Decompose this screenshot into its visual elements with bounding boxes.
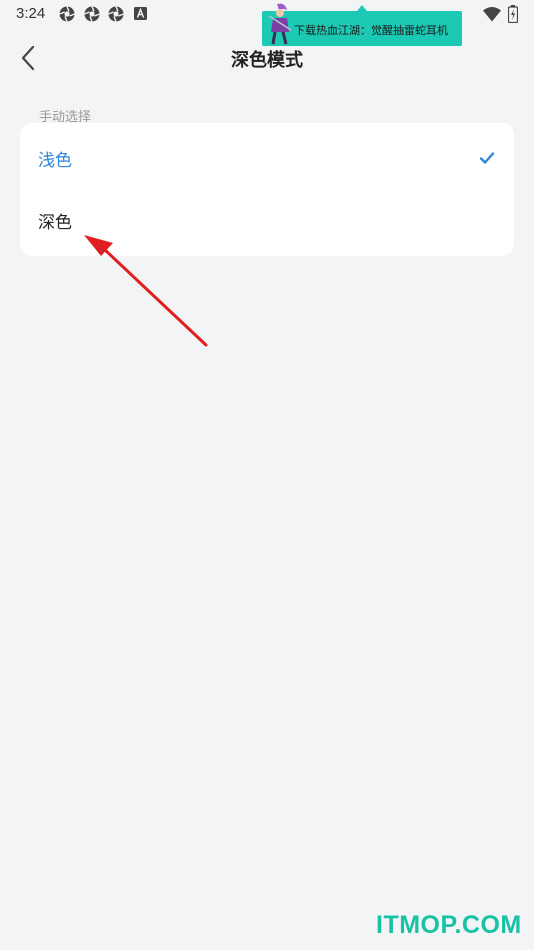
aperture-icon	[59, 6, 75, 22]
option-dark[interactable]: 深色	[20, 190, 514, 250]
status-time: 3:24	[16, 5, 46, 22]
option-light-label: 浅色	[38, 151, 72, 171]
theme-options-card: 浅色 深色	[20, 123, 514, 256]
page-title: 深色模式	[231, 50, 303, 71]
option-light[interactable]: 浅色	[20, 128, 514, 188]
watermark: ITMOP.COM	[376, 911, 522, 939]
aperture-icon	[84, 6, 100, 22]
option-dark-label: 深色	[38, 213, 72, 233]
battery-charging-icon	[508, 5, 518, 23]
check-icon	[479, 152, 495, 164]
aperture-icon	[108, 6, 124, 22]
game-character-icon	[268, 3, 292, 45]
ad-text[interactable]: 下载热血江湖：觉醒抽雷蛇耳机	[294, 22, 448, 38]
a-badge-icon	[134, 7, 147, 20]
wifi-icon	[483, 7, 501, 22]
